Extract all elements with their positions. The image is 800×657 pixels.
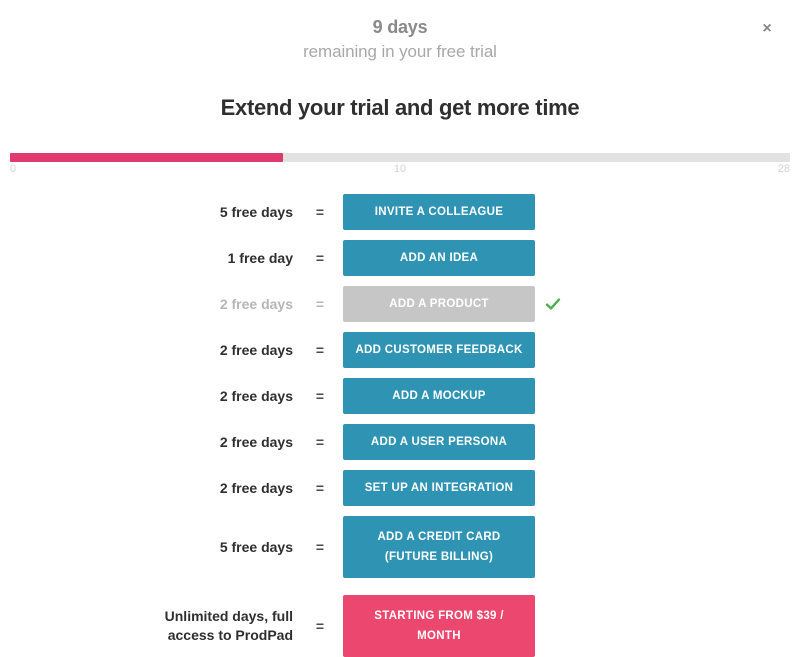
offer-row: 2 free days = ADD A PRODUCT	[0, 286, 800, 322]
check-placeholder	[545, 618, 561, 634]
offer-reward-label: 1 free day	[227, 249, 293, 266]
offer-reward-label: 2 free days	[219, 295, 293, 312]
offer-action-button[interactable]: INVITE A COLLEAGUE	[343, 194, 535, 230]
offer-row: 5 free days = INVITE A COLLEAGUE	[0, 194, 800, 230]
equals-symbol: =	[315, 204, 325, 220]
offer-row: 2 free days = ADD A MOCKUP	[0, 378, 800, 414]
page-title: Extend your trial and get more time	[220, 95, 580, 120]
trial-modal-header: 9 days remaining in your free trial ×	[0, 0, 800, 64]
check-placeholder	[545, 250, 561, 266]
check-placeholder	[545, 342, 561, 358]
offer-action-button[interactable]: ADD CUSTOMER FEEDBACK	[343, 332, 535, 368]
check-placeholder	[545, 388, 561, 404]
offer-action-button[interactable]: SET UP AN INTEGRATION	[343, 470, 535, 506]
days-remaining-count: 9 days	[372, 17, 428, 37]
check-icon	[545, 296, 561, 312]
equals-symbol: =	[315, 296, 325, 312]
close-icon[interactable]: ×	[756, 18, 778, 40]
offer-row: 1 free day = ADD AN IDEA	[0, 240, 800, 276]
progress-tick-28: 28	[777, 163, 790, 175]
equals-symbol: =	[315, 250, 325, 266]
trial-progress: 0 10 28	[0, 148, 800, 175]
offer-action-button[interactable]: ADD AN IDEA	[343, 240, 535, 276]
progress-tick-10: 10	[393, 163, 407, 175]
days-remaining-subtitle: remaining in your free trial	[303, 42, 497, 61]
equals-symbol: =	[315, 480, 325, 496]
offer-action-button: ADD A PRODUCT	[343, 286, 535, 322]
offer-action-button[interactable]: ADD A MOCKUP	[343, 378, 535, 414]
offer-reward-label: Unlimited days, full access to ProdPad	[164, 608, 293, 643]
progress-tick-0: 0	[10, 163, 17, 175]
equals-symbol: =	[315, 539, 325, 555]
check-placeholder	[545, 480, 561, 496]
equals-symbol: =	[315, 342, 325, 358]
offer-reward-label: 2 free days	[219, 433, 293, 450]
equals-symbol: =	[315, 434, 325, 450]
offer-reward-label: 5 free days	[219, 538, 293, 555]
offer-reward-label: 2 free days	[219, 479, 293, 496]
offer-row: 5 free days = ADD A CREDIT CARD (FUTURE BI…	[0, 516, 800, 578]
equals-symbol: =	[315, 388, 325, 404]
trial-offer-list: 5 free days = INVITE A COLLEAGUE 1 free day…	[0, 194, 800, 657]
progress-track	[10, 153, 790, 162]
equals-symbol: =	[315, 618, 325, 634]
offer-reward-label: 2 free days	[219, 387, 293, 404]
progress-fill	[10, 153, 283, 162]
check-placeholder	[545, 539, 561, 555]
offer-row: 2 free days = ADD CUSTOMER FEEDBACK	[0, 332, 800, 368]
check-placeholder	[545, 204, 561, 220]
offer-row: Unlimited days, full access to ProdPad = S…	[0, 595, 800, 657]
progress-tick-labels: 0 10 28	[10, 163, 790, 175]
offer-reward-label: 2 free days	[219, 341, 293, 358]
check-placeholder	[545, 434, 561, 450]
offer-reward-label: 5 free days	[219, 203, 293, 220]
offer-row: 2 free days = ADD A USER PERSONA	[0, 424, 800, 460]
offer-row: 2 free days = SET UP AN INTEGRATION	[0, 470, 800, 506]
offer-action-button[interactable]: STARTING FROM $39 / MONTH	[343, 595, 535, 657]
offer-action-button[interactable]: ADD A CREDIT CARD (FUTURE BILLING)	[343, 516, 535, 578]
offer-action-button[interactable]: ADD A USER PERSONA	[343, 424, 535, 460]
